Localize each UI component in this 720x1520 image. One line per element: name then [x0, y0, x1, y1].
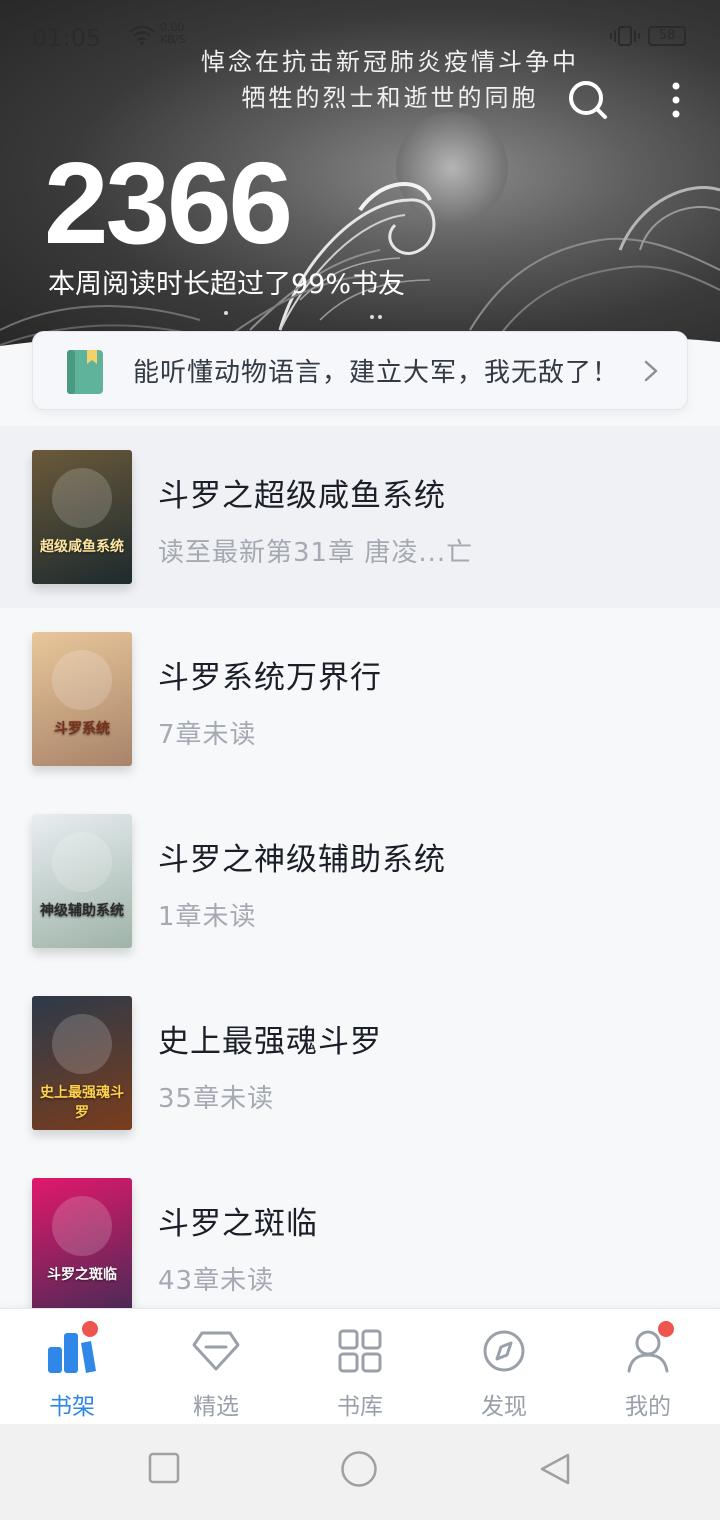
bookshelf-list: 超级咸鱼系统 斗罗之超级咸鱼系统读至最新第31章 唐凌...亡斗罗系统 斗罗系统万界…	[0, 426, 720, 1336]
book-title: 斗罗之神级辅助系统	[158, 842, 446, 878]
memorial-banner: 悼念在抗击新冠肺炎疫情斗争中 牺牲的烈士和逝世的同胞	[180, 44, 600, 116]
book-cover[interactable]: 斗罗系统	[32, 632, 132, 766]
back-icon[interactable]	[538, 1452, 572, 1486]
grid-icon	[338, 1329, 382, 1373]
cover-title: 超级咸鱼系统	[40, 539, 124, 555]
system-navigation-bar	[0, 1424, 720, 1520]
weekly-reading-time: 2366	[44, 138, 293, 268]
cover-illustration	[52, 1014, 112, 1074]
tab-bookshelf[interactable]: 书架	[0, 1309, 144, 1425]
book-title: 斗罗之斑临	[158, 1206, 318, 1242]
compass-icon	[483, 1330, 525, 1372]
tab-discover[interactable]: 发现	[432, 1309, 576, 1425]
book-progress: 读至最新第31章 唐凌...亡	[158, 538, 474, 568]
book-row[interactable]: 超级咸鱼系统 斗罗之超级咸鱼系统读至最新第31章 唐凌...亡	[0, 426, 720, 608]
book-cover[interactable]: 神级辅助系统	[32, 814, 132, 948]
book-row[interactable]: 神级辅助系统 斗罗之神级辅助系统 1章未读	[0, 790, 720, 972]
tab-featured[interactable]: 精选	[144, 1309, 288, 1425]
book-progress: 43章未读	[158, 1266, 275, 1296]
chevron-right-icon	[644, 360, 658, 382]
cover-illustration	[52, 650, 112, 710]
cover-title: 斗罗之斑临	[47, 1267, 117, 1283]
book-title: 史上最强魂斗罗	[158, 1024, 382, 1060]
book-cover[interactable]: 超级咸鱼系统	[32, 450, 132, 584]
book-icon	[67, 350, 103, 394]
diamond-icon	[192, 1331, 240, 1371]
cover-illustration	[52, 832, 112, 892]
book-progress: 35章未读	[158, 1084, 275, 1114]
tab-profile[interactable]: 我的	[576, 1309, 720, 1425]
cover-title: 神级辅助系统	[40, 903, 124, 919]
tab-label-discover: 发现	[481, 1394, 527, 1420]
memorial-line-2: 牺牲的烈士和逝世的同胞	[241, 84, 539, 112]
more-options-icon[interactable]	[668, 80, 684, 120]
tab-label-featured: 精选	[193, 1394, 239, 1420]
book-progress: 1章未读	[158, 902, 257, 932]
book-row[interactable]: 史上最强魂斗罗 史上最强魂斗罗 35章未读	[0, 972, 720, 1154]
network-speed: 0.00 KB/S	[160, 22, 185, 46]
tab-label-bookshelf: 书架	[49, 1394, 95, 1420]
home-icon[interactable]	[340, 1450, 378, 1488]
status-time: 01:05	[32, 24, 102, 52]
recommendation-card[interactable]: 能听懂动物语言，建立大军，我无敌了！	[32, 331, 688, 410]
cover-illustration	[52, 468, 112, 528]
vibrate-icon	[610, 26, 640, 46]
battery-indicator: 58	[648, 26, 686, 46]
recommendation-text: 能听懂动物语言，建立大军，我无敌了！	[133, 358, 620, 388]
book-cover[interactable]: 斗罗之斑临	[32, 1178, 132, 1312]
book-title: 斗罗系统万界行	[158, 660, 382, 696]
tab-library[interactable]: 书库	[288, 1309, 432, 1425]
cover-title: 斗罗系统	[54, 721, 110, 737]
tab-label-profile: 我的	[625, 1394, 671, 1420]
cover-title: 史上最强魂斗罗	[40, 1085, 124, 1121]
book-title: 斗罗之超级咸鱼系统	[158, 478, 446, 514]
profile-badge	[658, 1321, 674, 1337]
bottom-tab-bar: 书架 精选 书库 发现 我的	[0, 1308, 720, 1424]
book-row[interactable]: 斗罗系统 斗罗系统万界行 7章未读	[0, 608, 720, 790]
book-cover[interactable]: 史上最强魂斗罗	[32, 996, 132, 1130]
cover-illustration	[52, 1196, 112, 1256]
reading-rank-text: 本周阅读时长超过了99%书友	[48, 269, 406, 300]
book-progress: 7章未读	[158, 720, 257, 750]
tab-label-library: 书库	[337, 1394, 383, 1420]
header-banner: 01:05 0.00 KB/S 58 悼念在抗击新冠肺炎疫情斗争中 牺牲的烈士和…	[0, 0, 720, 360]
bookshelf-badge	[82, 1321, 98, 1337]
memorial-line-1: 悼念在抗击新冠肺炎疫情斗争中	[201, 48, 579, 76]
wifi-icon	[129, 25, 155, 45]
recent-apps-icon[interactable]	[148, 1452, 180, 1484]
search-icon[interactable]	[566, 78, 610, 122]
